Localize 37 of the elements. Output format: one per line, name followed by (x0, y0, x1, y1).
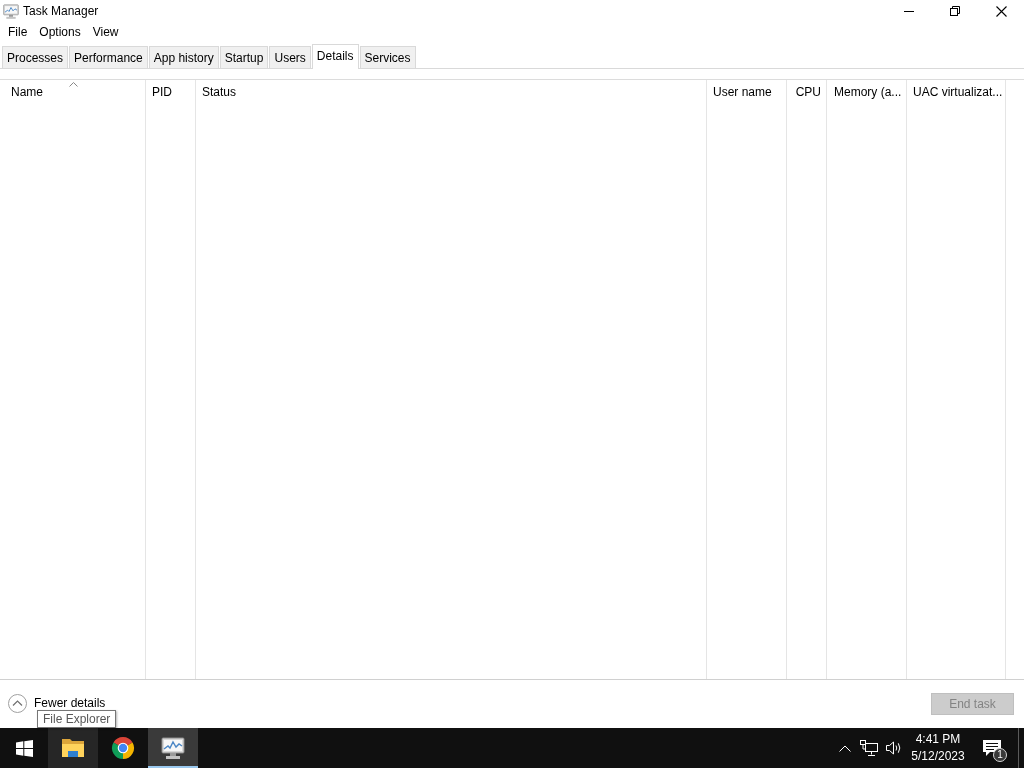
tooltip: File Explorer (37, 710, 117, 728)
tab[interactable]: Startup (219, 46, 269, 68)
tab[interactable]: Performance (69, 46, 148, 68)
chevron-up-icon (839, 744, 851, 752)
tab[interactable]: Services (359, 46, 416, 68)
network-icon (860, 740, 878, 756)
notification-badge: 1 (993, 748, 1007, 762)
taskbar-app-button[interactable] (48, 728, 98, 768)
menu-item[interactable]: Options (33, 22, 87, 42)
minimize-icon (904, 10, 914, 12)
tab[interactable]: Processes (2, 46, 69, 68)
close-icon (995, 5, 1007, 17)
tab[interactable]: Users (269, 46, 311, 68)
menu-item[interactable]: View (86, 22, 125, 42)
window-title: Task Manager (23, 4, 99, 18)
folder-icon (61, 738, 85, 758)
column-header[interactable]: Memory (a... (827, 80, 906, 105)
clock-button[interactable]: 4:41 PM 5/12/2023 (905, 728, 971, 768)
monitor-chart-icon (161, 737, 185, 759)
action-center-button[interactable]: 1 (971, 728, 1013, 768)
tab[interactable]: App history (148, 46, 219, 68)
speaker-icon (884, 740, 902, 756)
fewer-details-button[interactable]: Fewer details (8, 693, 106, 713)
column-header[interactable]: UAC virtualizat... (907, 80, 1005, 105)
menu-item[interactable]: File (2, 22, 34, 42)
column-header[interactable]: PID (146, 80, 195, 105)
taskbar-app-button[interactable] (148, 728, 198, 768)
browser-icon (111, 736, 135, 760)
windows-logo-icon (15, 739, 33, 757)
column-header[interactable]: Status (196, 80, 706, 105)
column-header[interactable]: User name (707, 80, 786, 105)
column-header[interactable]: Name (0, 80, 145, 105)
tab[interactable]: Details (311, 44, 359, 69)
restore-icon (950, 6, 960, 16)
column-header[interactable]: CPU (787, 80, 826, 105)
chevron-up-circle-icon (8, 693, 27, 713)
monitor-chart-icon (3, 3, 19, 19)
